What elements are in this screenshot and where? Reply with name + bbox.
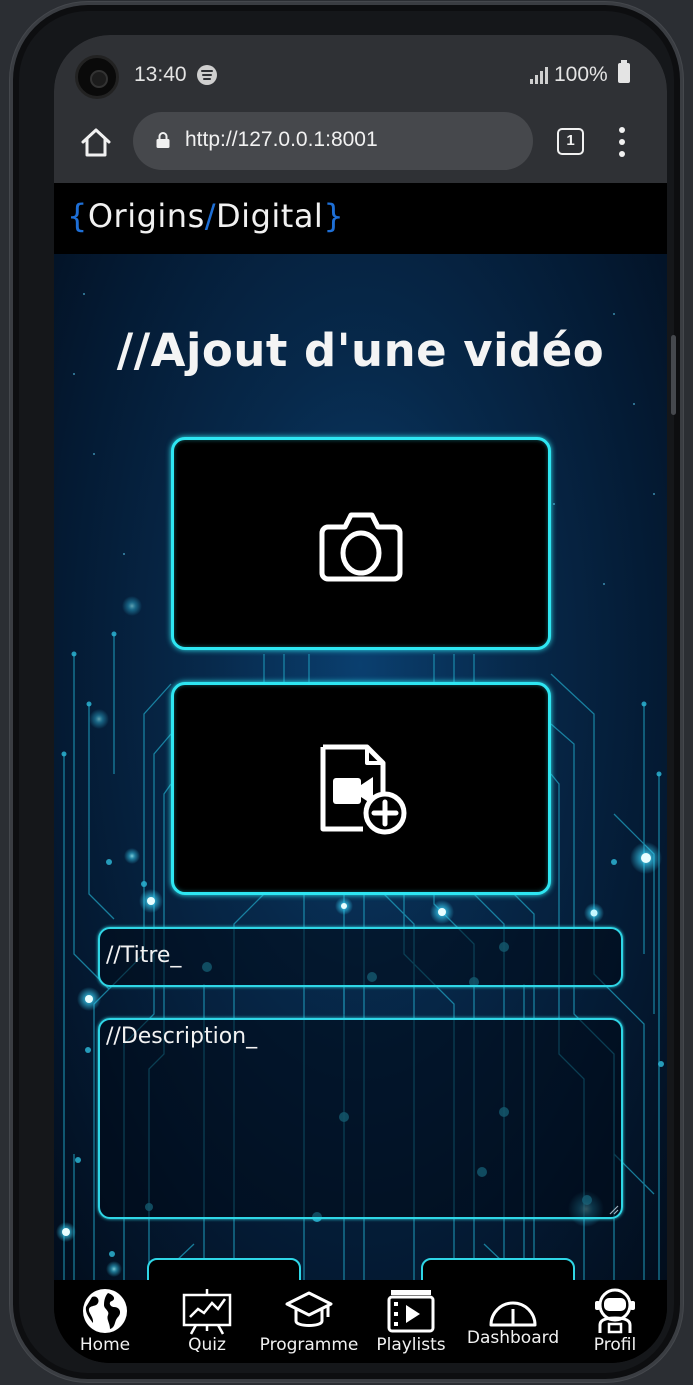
description-textarea[interactable]: //Description_ — [98, 1018, 623, 1219]
video-upload-button[interactable] — [171, 682, 551, 895]
nav-label-programme: Programme — [259, 1335, 359, 1355]
main-content: //Ajout d'une vidéo //Titre_ //Descripti… — [54, 254, 667, 1282]
home-icon[interactable] — [79, 125, 113, 159]
form-button-right[interactable] — [421, 1258, 575, 1282]
logo-slash: / — [204, 197, 217, 235]
video-file-add-icon — [320, 744, 407, 834]
nav-label-profil: Profil — [593, 1335, 637, 1355]
photo-upload-button[interactable] — [171, 437, 551, 650]
playlist-video-icon — [387, 1290, 435, 1333]
nav-item-home[interactable]: Home — [54, 1280, 156, 1363]
url-bar[interactable]: http://127.0.0.1:8001 — [133, 112, 533, 170]
resize-grip-icon[interactable] — [609, 1205, 619, 1215]
bottom-nav: Home Quiz Programme Playlists Dashboard … — [54, 1280, 667, 1363]
nav-label-dashboard: Dashboard — [466, 1328, 560, 1348]
nav-item-dashboard[interactable]: Dashboard — [462, 1280, 564, 1363]
site-header: {Origins/Digital} — [54, 183, 667, 254]
phone-frame: 13:40 100% http://127.0.0.1:8001 1 {Orig… — [10, 2, 683, 1382]
nav-item-programme[interactable]: Programme — [258, 1280, 360, 1363]
spotify-icon — [197, 65, 217, 85]
logo-origins: Origins — [87, 197, 205, 235]
logo-brace-open: { — [67, 197, 88, 235]
nav-item-quiz[interactable]: Quiz — [156, 1280, 258, 1363]
title-placeholder: //Titre_ — [106, 943, 182, 968]
signal-icon — [530, 67, 550, 84]
nav-item-playlists[interactable]: Playlists — [360, 1280, 462, 1363]
nav-label-playlists: Playlists — [376, 1335, 446, 1355]
page-title: //Ajout d'une vidéo — [116, 324, 605, 377]
description-placeholder: //Description_ — [106, 1024, 258, 1049]
camera-icon — [319, 512, 403, 581]
url-text: http://127.0.0.1:8001 — [185, 128, 378, 151]
site-logo[interactable]: {Origins/Digital} — [67, 197, 344, 235]
logo-brace-close: } — [323, 197, 345, 235]
front-camera — [75, 55, 119, 99]
presentation-chart-icon — [182, 1289, 232, 1335]
battery-percent: 100% — [554, 63, 608, 86]
lock-icon — [156, 132, 170, 148]
more-vert-icon[interactable] — [618, 127, 626, 157]
nav-label-quiz: Quiz — [188, 1335, 226, 1355]
nav-item-profil[interactable]: Profil — [564, 1280, 666, 1363]
logo-digital: Digital — [216, 197, 324, 235]
tabs-button[interactable]: 1 — [557, 128, 584, 155]
nav-label-home: Home — [79, 1335, 131, 1355]
status-bar: 13:40 100% — [54, 35, 667, 117]
phone-screen: 13:40 100% http://127.0.0.1:8001 1 {Orig… — [54, 35, 667, 1363]
astronaut-icon — [595, 1288, 635, 1334]
browser-toolbar: http://127.0.0.1:8001 1 — [54, 107, 667, 183]
graduation-cap-icon — [285, 1291, 333, 1327]
phone-side-button — [671, 335, 676, 415]
globe-icon — [83, 1289, 127, 1333]
title-input[interactable]: //Titre_ — [98, 927, 623, 987]
status-time: 13:40 — [134, 63, 187, 86]
form-button-left[interactable] — [147, 1258, 301, 1282]
battery-icon — [618, 60, 630, 83]
